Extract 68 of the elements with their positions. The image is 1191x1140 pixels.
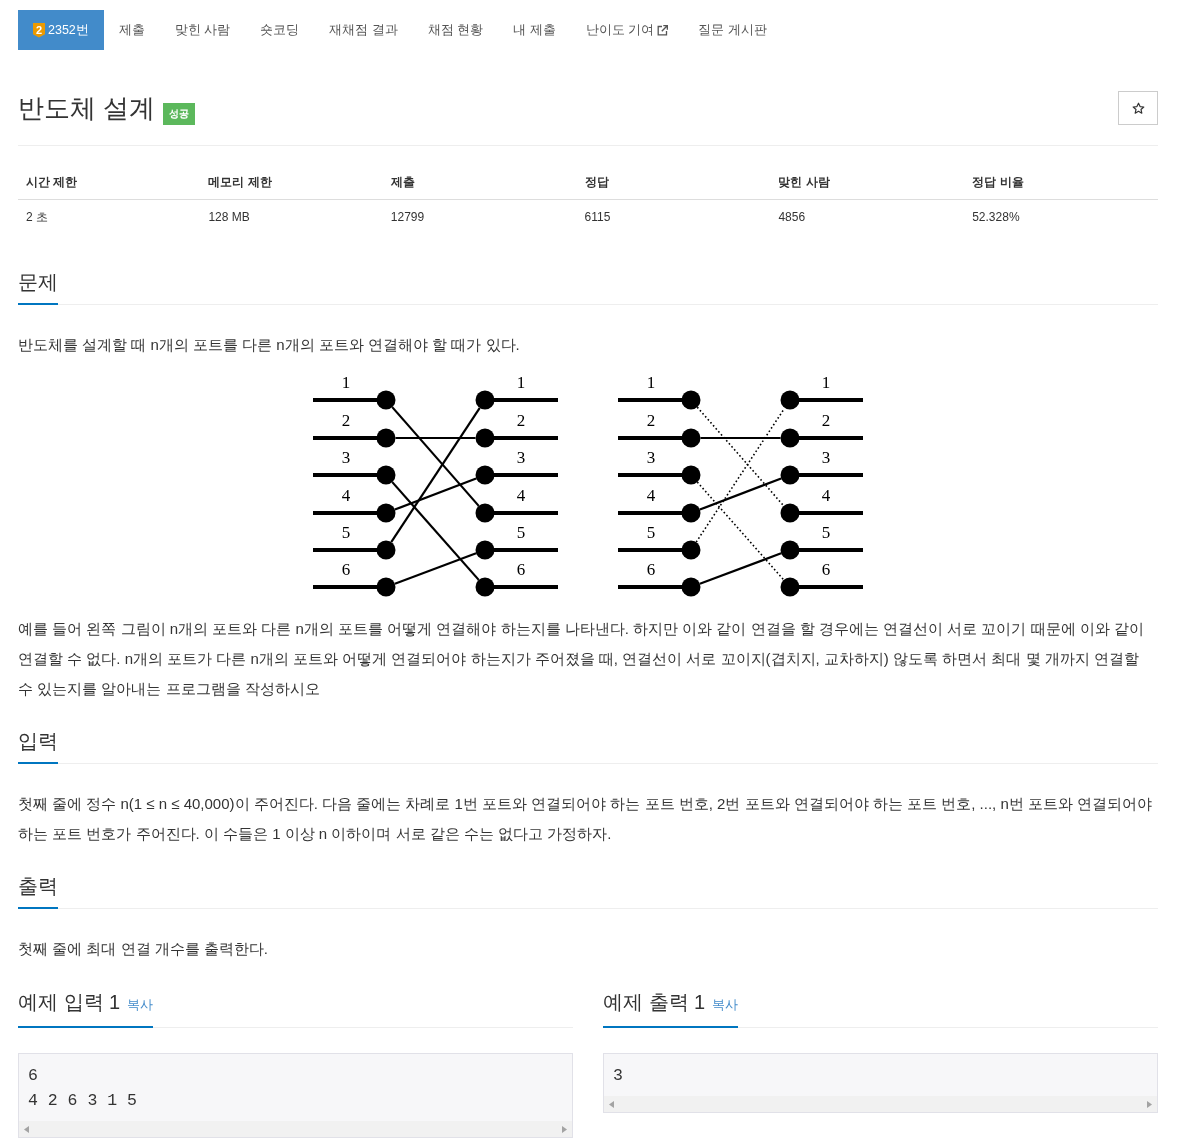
- tier-badge: 2: [33, 22, 45, 38]
- problem-title: 반도체 설계: [18, 92, 156, 125]
- horizontal-scrollbar[interactable]: [19, 1121, 572, 1137]
- problem-text: 첫째 줄에 정수 n(1 ≤ n ≤ 40,000)이 주어진다. 다음 줄에는 차례로 1번 포트와 연결되어야 하는 포트 번호, 2번 포트와 연결되어야 하는 포트 번호, ..., n번 포트와 연결되어야 하는 포트 번호가 주어진다. 이 수들은 1 이상 n 이하이며 서로 같은 수는 없다고 가정하자.: [18, 794, 1154, 844]
- column-header: 정답: [576, 165, 771, 200]
- scroll-left-icon[interactable]: [609, 1100, 614, 1108]
- port-label: 2: [341, 411, 351, 430]
- port-label: 3: [516, 448, 526, 467]
- port-label: 4: [821, 486, 831, 505]
- problem-text: 예를 들어 왼쪽 그림이 n개의 포트와 다른 n개의 포트를 어떻게 연결해야 하는지를 나타낸다. 하지만 이와 같이 연결을 할 경우에는 연결선이 서로 꼬이기 때문에 이와 같이 연결할 수 없다. n개의 포트가 다른 n개의 포트와 어떻게 연결되어야 하는지가 주어졌을 때, 연결선이 서로 꼬이지(겹치지, 교차하지) 않도록 하면서 최대 몇 개까지 연결할 수 있는지를 알아내는 프로그램을 작성하시오: [18, 619, 1145, 699]
- section-heading: 출력: [18, 871, 58, 909]
- nav-tab[interactable]: 제출: [103, 10, 160, 50]
- port-label: 2: [516, 411, 526, 430]
- nav-tab[interactable]: 재채점 결과: [314, 10, 413, 50]
- port-label: 5: [341, 523, 351, 542]
- column-header: 맞힌 사람: [770, 165, 965, 200]
- section-heading: 입력: [18, 726, 58, 764]
- nav-tab[interactable]: 질문 게시판: [683, 10, 782, 50]
- problem-text: 반도체를 설계할 때 n개의 포트를 다른 n개의 포트와 연결해야 할 때가 있다.: [18, 335, 521, 355]
- port-label: 6: [646, 560, 656, 579]
- column-header: 제출: [382, 165, 577, 200]
- column-header: 시간 제한: [18, 165, 201, 200]
- port-label: 5: [821, 523, 831, 542]
- column-header: 정답 비율: [964, 165, 1158, 200]
- nav-tab[interactable]: 맞힌 사람: [159, 10, 246, 50]
- nav-tab[interactable]: 채점 현황: [412, 10, 499, 50]
- sample-heading: 예제 입력 1: [18, 991, 121, 1013]
- sample-heading: 예제 출력 1: [603, 991, 706, 1013]
- nav-tab[interactable]: 난이도 기여: [570, 10, 684, 50]
- port-label: 3: [341, 448, 351, 467]
- port-label: 6: [341, 560, 351, 579]
- table-cell: 2 초: [18, 199, 201, 235]
- nav-tab[interactable]: 숏코딩: [245, 10, 315, 50]
- copy-link[interactable]: 복사: [712, 998, 739, 1012]
- table-cell: 6115: [576, 199, 771, 235]
- port-label: 1: [646, 373, 656, 392]
- port-label: 3: [821, 448, 831, 467]
- port-label: 4: [646, 486, 656, 505]
- table-cell: 12799: [382, 199, 577, 235]
- sample-text: 6 4 2 6 3 1 5: [27, 1065, 138, 1112]
- favorite-button[interactable]: [1118, 91, 1158, 125]
- nav-tab[interactable]: 내 제출: [498, 10, 571, 50]
- scroll-right-icon[interactable]: [562, 1125, 567, 1133]
- scroll-left-icon[interactable]: [24, 1125, 29, 1133]
- port-label: 5: [516, 523, 526, 542]
- port-label: 2: [646, 411, 656, 430]
- problem-text: 첫째 줄에 최대 연결 개수를 출력한다.: [18, 939, 269, 959]
- port-label: 4: [341, 486, 351, 505]
- copy-link[interactable]: 복사: [127, 998, 154, 1012]
- sample-text: 3: [612, 1065, 624, 1087]
- table-cell: 52.328%: [964, 199, 1158, 235]
- port-label: 2: [821, 411, 831, 430]
- status-badge: 성공: [163, 103, 196, 125]
- port-label: 6: [516, 560, 526, 579]
- port-label: 5: [646, 523, 656, 542]
- port-label: 1: [821, 373, 831, 392]
- nav-tab[interactable]: 2 2352번: [18, 10, 104, 50]
- port-label: 6: [821, 560, 831, 579]
- section-heading: 문제: [18, 267, 58, 305]
- column-header: 메모리 제한: [200, 165, 383, 200]
- table-cell: 128 MB: [200, 199, 383, 235]
- port-label: 1: [341, 373, 351, 392]
- port-label: 1: [516, 373, 526, 392]
- scroll-right-icon[interactable]: [1147, 1100, 1152, 1108]
- table-cell: 4856: [770, 199, 965, 235]
- horizontal-scrollbar[interactable]: [604, 1096, 1157, 1112]
- port-label: 4: [516, 486, 526, 505]
- port-label: 3: [646, 448, 656, 467]
